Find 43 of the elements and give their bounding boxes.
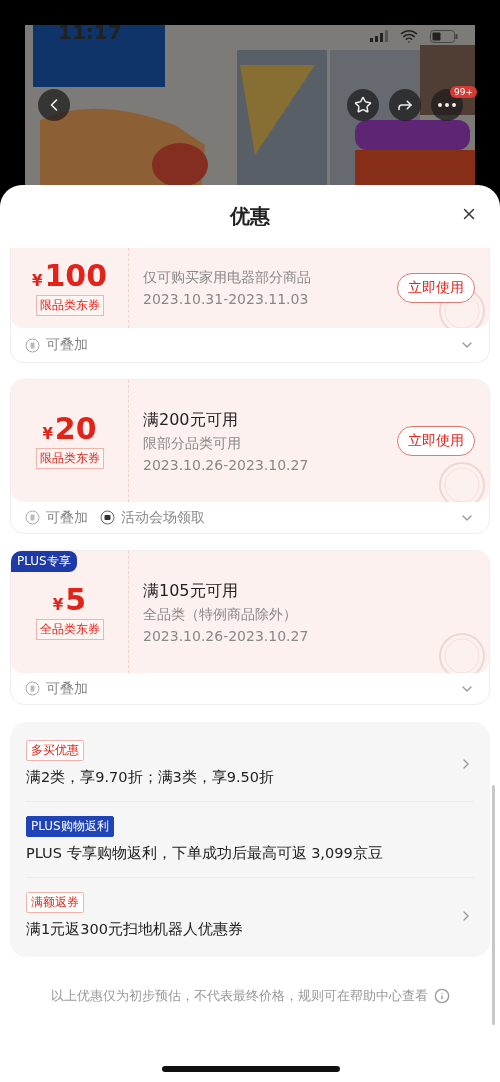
feature-label: 活动会场领取 [121,508,205,527]
feature-label: 可叠加 [46,508,88,527]
plus-badge: PLUS专享 [11,551,77,572]
star-icon [354,96,372,114]
coupon-type-tag: 全品类东券 [35,618,104,640]
promotion-text: 满1元返300元扫地机器人优惠券 [26,920,243,939]
coupon-amount: ¥5 [52,584,87,615]
coin-icon [25,510,40,525]
coupon-validity: 2023.10.31-2023.11.03 [143,291,309,307]
wifi-icon [400,27,418,45]
envelope-icon [100,510,115,525]
use-now-button[interactable]: 立即使用 [397,426,475,456]
coupon-scope: 仅可购买家用电器部分商品 [143,269,311,287]
promotion-tag: PLUS购物返利 [26,816,114,837]
notification-badge: 99+ [450,86,477,98]
signal-icon [370,30,388,42]
coin-icon [25,681,40,696]
info-icon[interactable] [433,988,450,1004]
feature-label: 可叠加 [46,336,88,354]
coupon-condition: 满200元可用 [143,409,238,431]
promotion-text: PLUS 专享购物返利，下单成功后最高可返 3,099京豆 [26,844,383,863]
promotion-tag: 满额返券 [26,892,84,913]
battery-icon [430,29,458,43]
promotion-tag: 多买优惠 [26,740,84,761]
coupon-scope: 限部分品类可用 [143,434,241,453]
more-icon [438,103,456,107]
coupon-validity: 2023.10.26-2023.10.27 [143,456,309,473]
promotion-text: 满2类，享9.70折；满3类，享9.50折 [26,768,275,787]
coupon-amount: ¥100 [31,260,108,291]
coupon-type-tag: 限品类东券 [35,294,104,316]
sheet-title: 优惠 [230,203,270,230]
coupon-type-tag: 限品类东券 [35,447,104,469]
feature-label: 可叠加 [46,679,88,698]
coupon-amount: ¥20 [42,413,97,444]
disclaimer-text: 以上优惠仅为初步预估，不代表最终价格，规则可在帮助中心查看 [50,987,428,1005]
stamp-icon [437,460,487,502]
status-time: 11:17 [58,20,122,44]
coupon-scope: 全品类（特例商品除外） [143,605,297,624]
coupon-condition: 满105元可用 [143,580,238,602]
stamp-icon [437,631,487,673]
coupon-validity: 2023.10.26-2023.10.27 [143,627,309,644]
use-now-button[interactable]: 立即使用 [397,273,475,303]
coin-icon [25,337,40,353]
